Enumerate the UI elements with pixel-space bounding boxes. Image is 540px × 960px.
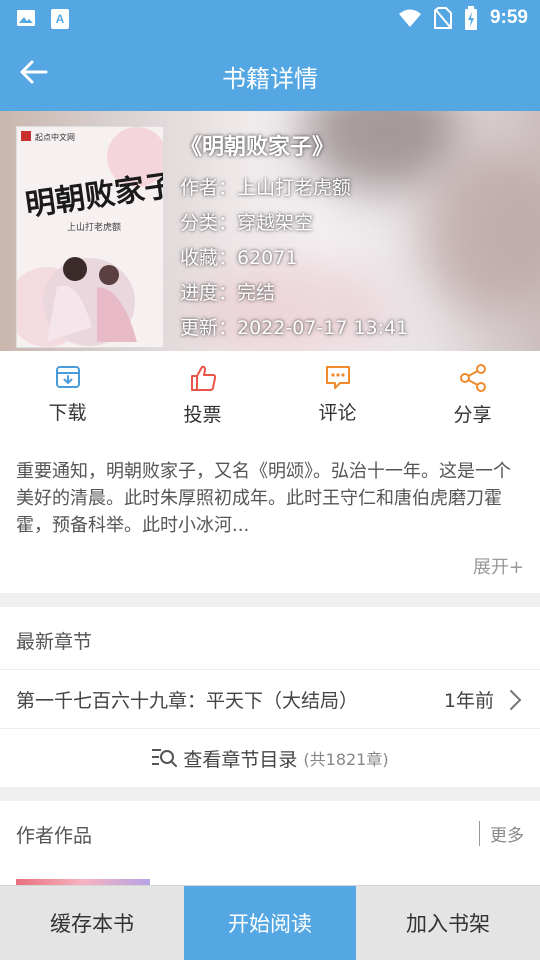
cover-publisher: 起点中文网	[35, 132, 75, 142]
chapter-list-button[interactable]: 查看章节目录 (共1821章)	[0, 729, 540, 787]
book-info: 《明朝败家子》 作者：上山打老虎额 分类：穿越架空 收藏：62071 进度：完结…	[180, 129, 530, 346]
author-works-heading: 作者作品	[16, 825, 93, 847]
book-progress: 进度：完结	[180, 282, 276, 304]
action-bar: 下载 投票 评论 分享	[0, 351, 540, 446]
status-bar: A 9:59	[0, 0, 540, 37]
app-bar: 书籍详情	[0, 37, 540, 111]
cache-book-button[interactable]: 缓存本书	[0, 886, 184, 960]
comment-button[interactable]: 评论	[270, 351, 405, 446]
page-title: 书籍详情	[222, 65, 318, 93]
vote-button[interactable]: 投票	[135, 351, 270, 446]
share-button[interactable]: 分享	[405, 351, 540, 446]
svg-text:A: A	[56, 12, 65, 26]
gallery-icon	[17, 10, 35, 26]
download-label: 下载	[48, 402, 87, 424]
add-to-shelf-button[interactable]: 加入书架	[356, 886, 540, 960]
more-button[interactable]: 更多	[479, 821, 524, 846]
book-title: 《明朝败家子》	[180, 135, 335, 160]
share-icon	[459, 364, 486, 392]
list-search-icon	[152, 749, 178, 767]
download-icon	[55, 366, 80, 388]
latest-chapter-time: 1年前	[443, 690, 494, 712]
book-cover[interactable]: 起点中文网 明朝败家子 上山打老虎额	[16, 126, 164, 348]
chevron-right-icon	[510, 690, 522, 710]
chapters-section: 最新章节 第一千七百六十九章：平天下（大结局） 1年前 查看章节目录 (共182…	[0, 607, 540, 787]
wifi-icon	[398, 9, 421, 27]
bottom-bar: 缓存本书 开始阅读 加入书架	[0, 885, 540, 960]
latest-chapter-heading: 最新章节	[16, 631, 93, 653]
share-label: 分享	[453, 404, 492, 426]
comment-icon	[325, 366, 350, 389]
book-category: 分类：穿越架空	[180, 212, 314, 234]
font-app-icon: A	[51, 9, 69, 29]
comment-label: 评论	[318, 402, 357, 424]
chapter-count: (共1821章)	[303, 750, 389, 769]
status-time: 9:59	[489, 7, 528, 28]
latest-chapter-title: 第一千七百六十九章：平天下（大结局）	[16, 690, 359, 712]
battery-charging-icon	[464, 6, 477, 30]
book-updated: 更新：2022-07-17 13:41	[180, 317, 409, 339]
book-intro: 重要通知，明朝败家子，又名《明颂》。弘治十一年。这是一个美好的清晨。此时朱厚照初…	[0, 446, 540, 593]
vote-label: 投票	[183, 404, 222, 426]
cover-author: 上山打老虎额	[67, 221, 121, 233]
start-reading-button[interactable]: 开始阅读	[184, 886, 356, 960]
book-favorites: 收藏：62071	[180, 247, 298, 269]
no-sim-icon	[433, 7, 452, 29]
intro-text: 重要通知，明朝败家子，又名《明颂》。弘治十一年。这是一个美好的清晨。此时朱厚照初…	[16, 461, 511, 536]
expand-button[interactable]: 展开+	[473, 553, 524, 579]
book-author: 作者：上山打老虎额	[180, 177, 352, 199]
thumbs-up-icon	[190, 365, 216, 391]
download-button[interactable]: 下载	[0, 351, 135, 446]
book-header: 起点中文网 明朝败家子 上山打老虎额 《明朝败家子》 作者：上山打老虎额 分类：…	[0, 111, 540, 351]
latest-chapter-row[interactable]: 第一千七百六十九章：平天下（大结局） 1年前	[0, 669, 540, 729]
chapter-list-label: 查看章节目录	[183, 748, 298, 771]
book-cover-art: 起点中文网 明朝败家子 上山打老虎额	[17, 127, 163, 347]
